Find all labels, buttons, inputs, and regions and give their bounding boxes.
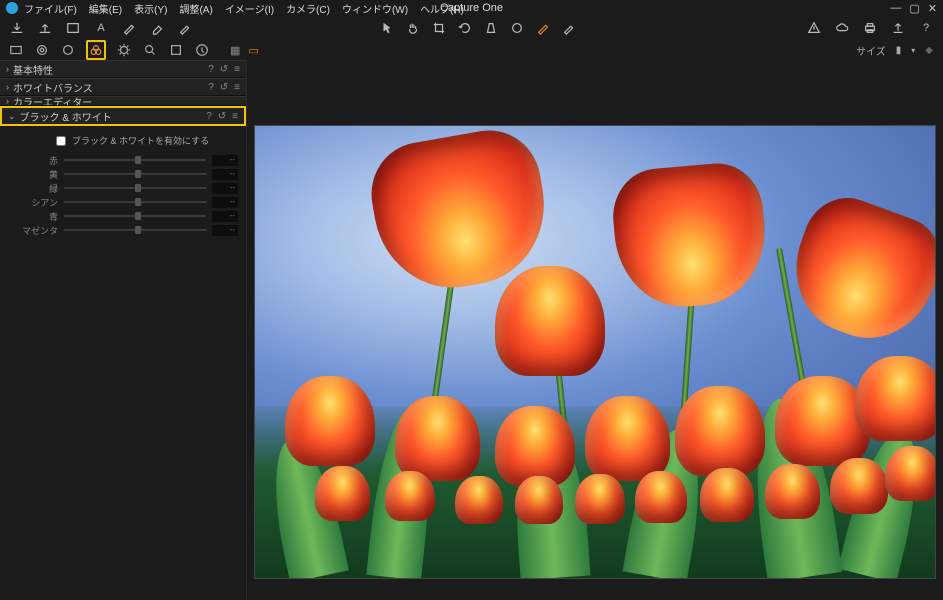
help-icon[interactable]: ? bbox=[919, 21, 933, 35]
warning-icon[interactable] bbox=[807, 21, 821, 35]
bw-slider-row: 青 -- bbox=[8, 209, 238, 223]
viewer-grid-icon[interactable]: ▦ bbox=[230, 44, 240, 57]
chevron-down-icon: ⌄ bbox=[8, 111, 16, 122]
preset-icon[interactable]: ≡ bbox=[234, 82, 240, 93]
bw-slider-row: 赤 -- bbox=[8, 153, 238, 167]
person-icon[interactable]: ▮ bbox=[896, 45, 902, 56]
eraser-tool-icon[interactable] bbox=[150, 21, 164, 35]
dropper-tool-icon[interactable] bbox=[562, 21, 576, 35]
bw-slider-track[interactable] bbox=[64, 159, 206, 161]
rotate-tool-icon[interactable] bbox=[458, 21, 472, 35]
menu-window[interactable]: ウィンドウ(W) bbox=[342, 1, 408, 16]
spot-tool-icon[interactable] bbox=[510, 21, 524, 35]
menu-file[interactable]: ファイル(F) bbox=[24, 1, 77, 16]
bw-slider-value[interactable]: -- bbox=[212, 155, 238, 166]
bw-slider-value[interactable]: -- bbox=[212, 197, 238, 208]
viewer-single-icon[interactable]: ▭ bbox=[248, 44, 258, 57]
keystone-tool-icon[interactable] bbox=[484, 21, 498, 35]
viewer-area bbox=[247, 60, 943, 600]
preset-icon[interactable]: ≡ bbox=[232, 111, 238, 122]
cursor-tool-icon[interactable] bbox=[380, 21, 394, 35]
menu-image[interactable]: イメージ(I) bbox=[225, 1, 274, 16]
bw-slider-value[interactable]: -- bbox=[212, 169, 238, 180]
window-minimize-icon[interactable]: — bbox=[890, 2, 901, 15]
print-icon[interactable] bbox=[863, 21, 877, 35]
panel-coloreditor-title: カラーエディター bbox=[13, 96, 240, 106]
bw-enable-label: ブラック & ホワイトを有効にする bbox=[72, 134, 209, 147]
rect-select-icon[interactable] bbox=[66, 21, 80, 35]
chevron-down-icon[interactable]: ▾ bbox=[911, 46, 915, 55]
bw-slider-row: 黄 -- bbox=[8, 167, 238, 181]
panel-bw-body: ブラック & ホワイトを有効にする 赤 -- 黄 -- 緑 -- シアン -- 青 -- マゼンタ -… bbox=[0, 126, 246, 247]
help-small-icon[interactable]: ? bbox=[206, 111, 212, 122]
bw-slider-value[interactable]: -- bbox=[212, 225, 238, 236]
bw-slider-row: シアン -- bbox=[8, 195, 238, 209]
chevron-right-icon: › bbox=[6, 96, 9, 106]
bw-slider-label: マゼンタ bbox=[8, 224, 58, 237]
app-icon bbox=[6, 2, 18, 14]
bw-slider-track[interactable] bbox=[64, 215, 206, 217]
tools-sidebar: › 基本特性 ? ↺ ≡ › ホワイトバランス ? ↺ ≡ › カラーエディター ⌄ ブ… bbox=[0, 60, 247, 600]
user-icon[interactable]: ◆ bbox=[925, 45, 933, 56]
panel-wb-title: ホワイトバランス bbox=[13, 80, 208, 95]
panel-wb[interactable]: › ホワイトバランス ? ↺ ≡ bbox=[0, 78, 246, 96]
bw-slider-value[interactable]: -- bbox=[212, 183, 238, 194]
bw-slider-track[interactable] bbox=[64, 229, 206, 231]
panel-bw-title: ブラック & ホワイト bbox=[20, 109, 207, 124]
mask-brush-icon[interactable] bbox=[536, 21, 550, 35]
window-title: Capture One bbox=[440, 2, 503, 14]
bw-slider-track[interactable] bbox=[64, 201, 206, 203]
menu-view[interactable]: 表示(Y) bbox=[134, 1, 167, 16]
reset-icon[interactable]: ↺ bbox=[220, 64, 228, 75]
bw-slider-row: 緑 -- bbox=[8, 181, 238, 195]
chevron-right-icon: › bbox=[6, 82, 9, 92]
menu-edit[interactable]: 編集(E) bbox=[89, 1, 122, 16]
share-icon[interactable] bbox=[891, 21, 905, 35]
preset-icon[interactable]: ≡ bbox=[234, 64, 240, 75]
export-icon[interactable] bbox=[38, 21, 52, 35]
window-maximize-icon[interactable]: ▢ bbox=[909, 2, 919, 15]
tab-exposure-icon[interactable] bbox=[116, 42, 132, 58]
tab-details-icon[interactable] bbox=[142, 42, 158, 58]
panel-bw[interactable]: ⌄ ブラック & ホワイト ? ↺ ≡ bbox=[0, 106, 246, 126]
picker-tool-icon[interactable] bbox=[178, 21, 192, 35]
menu-bar: ファイル(F) 編集(E) 表示(Y) 調整(A) イメージ(I) カメラ(C)… bbox=[24, 1, 464, 16]
bw-slider-row: マゼンタ -- bbox=[8, 223, 238, 237]
tab-library-icon[interactable] bbox=[8, 42, 24, 58]
hand-tool-icon[interactable] bbox=[406, 21, 420, 35]
tab-adjust-icon[interactable] bbox=[168, 42, 184, 58]
image-preview[interactable] bbox=[254, 125, 936, 579]
text-tool-icon[interactable]: A bbox=[94, 21, 108, 35]
menu-adjust[interactable]: 調整(A) bbox=[179, 1, 212, 16]
tab-lens-icon[interactable] bbox=[60, 42, 76, 58]
brush-tool-icon[interactable] bbox=[122, 21, 136, 35]
bw-slider-label: シアン bbox=[8, 196, 58, 209]
bw-slider-label: 赤 bbox=[8, 154, 58, 167]
help-small-icon[interactable]: ? bbox=[208, 64, 214, 75]
bw-enable-checkbox[interactable] bbox=[56, 136, 66, 146]
bw-slider-track[interactable] bbox=[64, 187, 206, 189]
size-label: サイズ bbox=[856, 43, 886, 58]
import-icon[interactable] bbox=[10, 21, 24, 35]
bw-slider-label: 緑 bbox=[8, 182, 58, 195]
tab-capture-icon[interactable] bbox=[34, 42, 50, 58]
panel-basic[interactable]: › 基本特性 ? ↺ ≡ bbox=[0, 60, 246, 78]
tab-color-icon[interactable] bbox=[86, 40, 106, 60]
panel-basic-title: 基本特性 bbox=[13, 62, 208, 77]
tab-metadata-icon[interactable] bbox=[194, 42, 210, 58]
crop-tool-icon[interactable] bbox=[432, 21, 446, 35]
panel-coloreditor[interactable]: › カラーエディター bbox=[0, 96, 246, 106]
bw-slider-track[interactable] bbox=[64, 173, 206, 175]
cloud-icon[interactable] bbox=[835, 21, 849, 35]
reset-icon[interactable]: ↺ bbox=[220, 82, 228, 93]
bw-enable-row[interactable]: ブラック & ホワイトを有効にする bbox=[56, 134, 238, 147]
help-small-icon[interactable]: ? bbox=[208, 82, 214, 93]
window-close-icon[interactable]: ✕ bbox=[928, 2, 937, 15]
menu-camera[interactable]: カメラ(C) bbox=[286, 1, 330, 16]
bw-slider-label: 青 bbox=[8, 210, 58, 223]
chevron-right-icon: › bbox=[6, 64, 9, 74]
bw-slider-value[interactable]: -- bbox=[212, 211, 238, 222]
bw-slider-label: 黄 bbox=[8, 168, 58, 181]
reset-icon[interactable]: ↺ bbox=[218, 111, 226, 122]
